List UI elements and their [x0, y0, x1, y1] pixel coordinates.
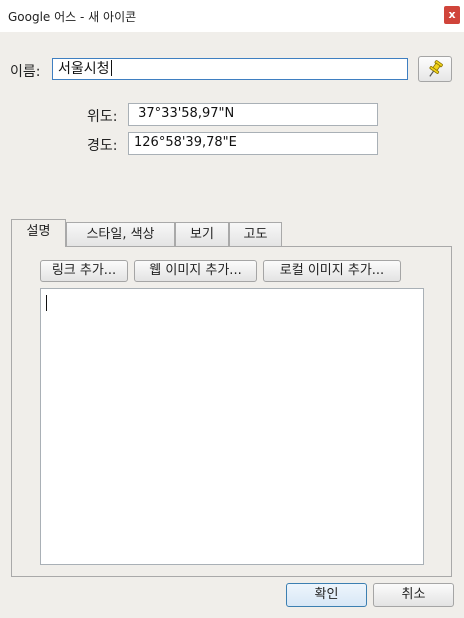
ok-button[interactable]: 확인 [286, 583, 367, 607]
tab-altitude[interactable]: 고도 [229, 222, 282, 246]
new-placemark-dialog: Google 어스 - 새 아이콘 x 이름: 서울시청 위도: 37°33'5… [0, 0, 464, 618]
tab-description[interactable]: 설명 [11, 219, 66, 247]
window-title: Google 어스 - 새 아이콘 [8, 10, 137, 24]
add-link-button[interactable]: 링크 추가... [40, 260, 128, 282]
text-caret [110, 60, 112, 76]
name-value: 서울시청 [58, 61, 110, 77]
add-local-image-button[interactable]: 로컬 이미지 추가... [263, 260, 401, 282]
description-textarea[interactable] [40, 288, 424, 565]
longitude-input[interactable]: 126°58'39,78"E [128, 132, 378, 155]
name-label: 이름: [10, 64, 41, 80]
latitude-value: 37°33'58,97"N [134, 106, 235, 121]
latitude-label: 위도: [87, 109, 118, 125]
add-web-image-button[interactable]: 웹 이미지 추가... [134, 260, 257, 282]
longitude-label: 경도: [87, 138, 118, 154]
longitude-value: 126°58'39,78"E [134, 135, 237, 150]
cancel-button[interactable]: 취소 [373, 583, 454, 607]
text-caret [46, 295, 47, 311]
title-bar: Google 어스 - 새 아이콘 x [0, 0, 464, 32]
tab-view[interactable]: 보기 [175, 222, 229, 246]
tab-style-color[interactable]: 스타일, 색상 [66, 222, 175, 246]
close-button[interactable]: x [444, 6, 460, 24]
placemark-icon-button[interactable] [418, 56, 452, 82]
pushpin-icon [429, 60, 443, 77]
name-input[interactable]: 서울시청 [52, 58, 408, 80]
latitude-input[interactable]: 37°33'58,97"N [128, 103, 378, 126]
